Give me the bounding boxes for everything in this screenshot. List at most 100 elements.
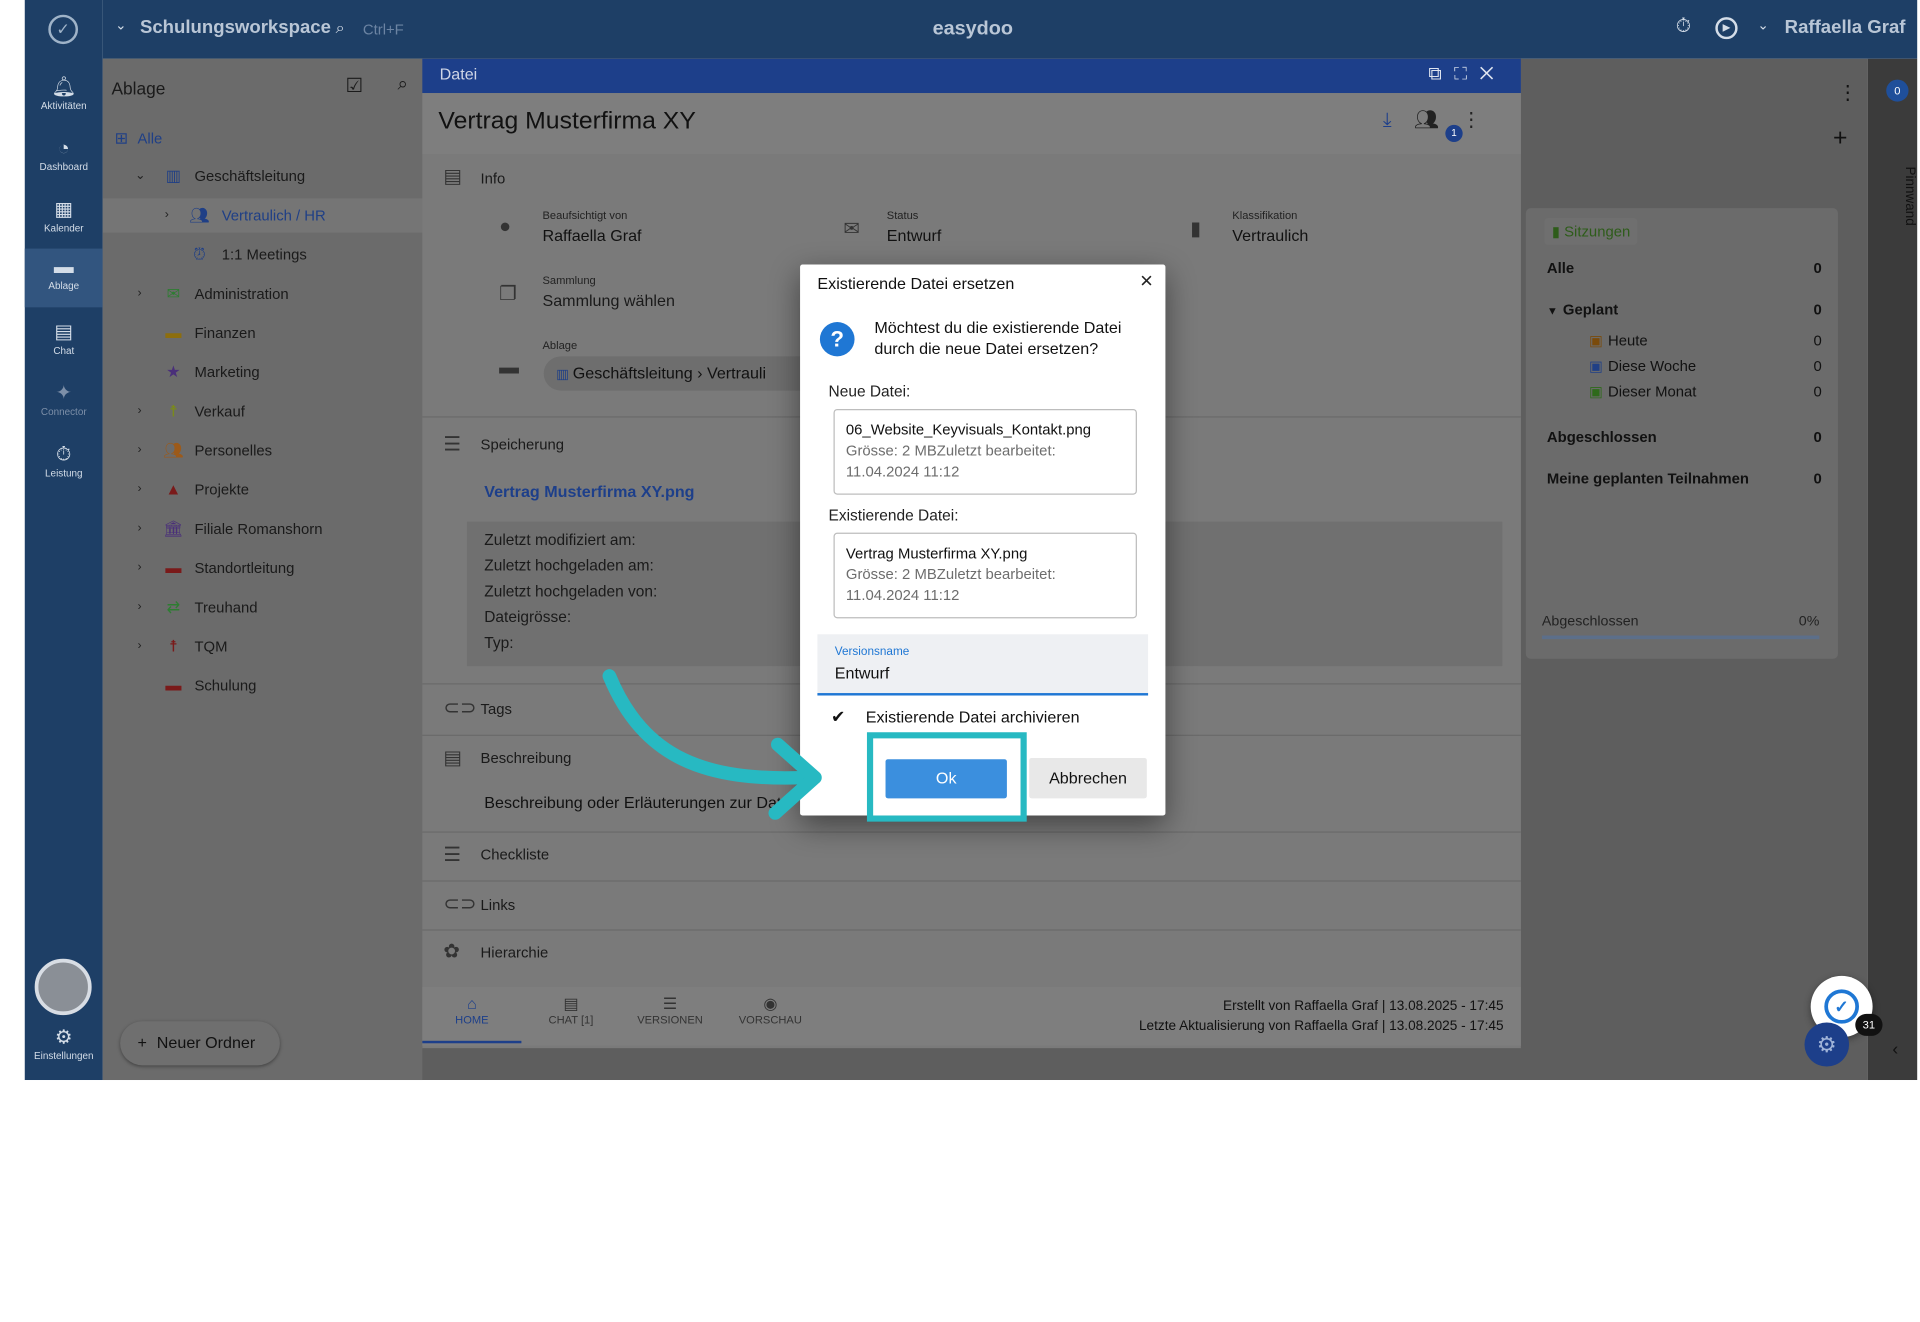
classification-value[interactable]: Vertraulich — [1232, 227, 1308, 245]
hierarchy-section[interactable]: Hierarchie — [481, 944, 549, 961]
pinboard-badge[interactable]: 0 — [1886, 79, 1909, 102]
more-icon[interactable]: ⋮ — [1461, 110, 1503, 131]
sessions-row-month[interactable]: ▣ Dieser Monat 0 — [1547, 383, 1822, 400]
tree-item-marketing[interactable]: ★ Marketing — [103, 355, 423, 389]
timer-icon[interactable]: ⏱︎ — [1676, 16, 1691, 38]
storage-path-chip[interactable]: ▥ Geschäftsleitung › Vertrauli — [543, 356, 829, 391]
chevron-right-icon[interactable]: › — [137, 277, 141, 311]
app-logo-icon[interactable]: ✓ — [48, 14, 79, 45]
workspace-chevron-icon[interactable]: ⌄ — [115, 17, 126, 33]
play-icon[interactable]: ▶ — [1715, 17, 1738, 40]
tree-item-standortleitung[interactable]: › ▬ Standortleitung — [103, 551, 423, 585]
chevron-right-icon[interactable]: › — [137, 512, 141, 546]
modal-title: Existierende Datei ersetzen — [817, 274, 1015, 293]
add-icon[interactable]: + — [1833, 125, 1847, 153]
version-name-input[interactable]: Versionsname Entwurf — [817, 634, 1149, 696]
chevron-down-icon[interactable]: ⌄ — [135, 159, 145, 193]
nav-dashboard[interactable]: ◔ Dashboard — [25, 130, 103, 189]
chevron-right-icon[interactable]: › — [137, 433, 141, 467]
collapse-rail-icon[interactable]: ‹ — [1892, 1038, 1898, 1058]
sessions-row-planned[interactable]: ▼ Geplant 0 — [1547, 301, 1822, 318]
sessions-chip[interactable]: ▮ Sitzungen — [1544, 217, 1638, 245]
kebab-menu-icon[interactable]: ⋮ — [1838, 81, 1858, 105]
calendar-icon: ▣ — [1588, 383, 1604, 401]
footer-info: Erstellt von Raffaella Graf | 13.08.2025… — [1138, 999, 1504, 1034]
close-icon[interactable]: ✕ — [1479, 64, 1506, 85]
tree-item-filiale[interactable]: › 🏛︎ Filiale Romanshorn — [103, 512, 423, 546]
calendar-icon: ▣ — [1588, 331, 1604, 349]
nav-activities[interactable]: 🔔︎ Aktivitäten — [25, 69, 103, 128]
tree-item-finanzen[interactable]: ▬ Finanzen — [103, 316, 423, 350]
overseen-by-value[interactable]: Raffaella Graf — [542, 227, 641, 245]
tree-item-schulung[interactable]: ▬ Schulung — [103, 669, 423, 703]
sessions-row-mine[interactable]: Meine geplanten Teilnahmen 0 — [1547, 470, 1822, 487]
gear-icon: ⚙ — [54, 1027, 73, 1049]
search-shortcut[interactable]: Ctrl+F — [363, 21, 404, 38]
chevron-right-icon[interactable]: › — [137, 394, 141, 428]
stopwatch-icon: ⏱︎ — [56, 444, 72, 466]
user-avatar[interactable] — [34, 958, 92, 1016]
chevron-right-icon[interactable]: › — [137, 473, 141, 507]
nav-storage[interactable]: ▬ Ablage — [24, 248, 103, 308]
pinboard-label[interactable]: Pinnwand — [1868, 167, 1917, 265]
new-folder-button[interactable]: + Neuer Ordner — [120, 1021, 280, 1066]
search-icon[interactable]: ⌕ — [336, 18, 345, 38]
folder-icon: ▬ — [499, 357, 519, 379]
tree-item-vertraulich-hr[interactable]: › 👥︎ Vertraulich / HR — [102, 198, 423, 233]
nav-connector[interactable]: ✦ Connector — [25, 375, 103, 434]
tree-item-treuhand[interactable]: › ⇄ Treuhand — [103, 590, 423, 624]
sessions-row-all[interactable]: Alle 0 — [1547, 260, 1822, 277]
close-icon[interactable]: × — [1140, 268, 1153, 294]
chevron-right-icon[interactable]: › — [137, 590, 141, 624]
chevron-right-icon[interactable]: › — [137, 551, 141, 585]
tree-item-personelles[interactable]: › 👥︎ Personelles — [103, 433, 423, 467]
tree-item-projekte[interactable]: › ▲ Projekte — [103, 473, 423, 507]
tree-item-administration[interactable]: › ✉ Administration — [103, 277, 423, 311]
checklist-icon[interactable]: ☑ — [346, 73, 364, 97]
tree-item-meetings[interactable]: ⏰︎ 1:1 Meetings — [103, 238, 423, 272]
archive-checkbox-label[interactable]: Existierende Datei archivieren — [866, 708, 1080, 726]
tags-section[interactable]: Tags — [481, 700, 512, 717]
description-section[interactable]: Beschreibung — [481, 749, 572, 766]
sessions-row-done[interactable]: Abgeschlossen 0 — [1547, 429, 1822, 446]
status-value[interactable]: Entwurf — [887, 227, 942, 245]
tree-item-verkauf[interactable]: › ☨ Verkauf — [103, 394, 423, 428]
tab-chat[interactable]: ▤ CHAT [1] — [521, 994, 620, 1026]
user-name[interactable]: Raffaella Graf — [1785, 17, 1906, 38]
sessions-row-week[interactable]: ▣ Diese Woche 0 — [1547, 358, 1822, 375]
settings-fab[interactable]: ⚙ — [1804, 1022, 1850, 1067]
open-external-icon[interactable]: ⧉ — [1428, 64, 1454, 85]
workspace-name[interactable]: Schulungsworkspace — [140, 17, 331, 38]
tag-icon: ⊂⊃ — [443, 697, 477, 719]
cancel-button[interactable]: Abbrechen — [1029, 757, 1147, 799]
top-bar: ⌄ Schulungsworkspace ⌕ Ctrl+F easydoo ⏱︎… — [102, 0, 1918, 59]
collection-value[interactable]: Sammlung wählen — [542, 291, 674, 309]
tab-preview[interactable]: ◉ VORSCHAU — [721, 994, 820, 1026]
file-title-bar: Vertrag Musterfirma XY ⤓👥︎⋮ 1 — [422, 93, 1521, 155]
panel-search-icon[interactable]: ⌕ — [398, 73, 408, 94]
user-chevron-icon[interactable]: ⌄ — [1757, 17, 1768, 33]
tutorial-arrow-icon — [602, 669, 822, 820]
file-link[interactable]: Vertrag Musterfirma XY.png — [484, 482, 694, 500]
storage-panel: Ablage ☑ ⌕ ⊞ Alle ⌄ ▥ Geschäftsleitung › 👥︎ V… — [102, 58, 423, 1081]
chevron-right-icon[interactable]: › — [137, 629, 141, 663]
document-icon: ▤ — [443, 748, 463, 769]
tab-versions[interactable]: ☰ VERSIONEN — [620, 994, 719, 1026]
folder-icon: ▬ — [165, 675, 182, 695]
nav-calendar[interactable]: ▦ Kalender — [25, 191, 103, 250]
tree-item-tqm[interactable]: › ☨ TQM — [103, 629, 423, 663]
tab-home[interactable]: ⌂ HOME — [422, 994, 522, 1044]
nav-performance[interactable]: ⏱︎ Leistung — [25, 436, 103, 495]
nav-chat[interactable]: ▤ Chat — [25, 313, 103, 372]
nav-settings[interactable]: ⚙ Einstellungen — [25, 1024, 103, 1083]
tree-item-geschaeftsleitung[interactable]: ⌄ ▥ Geschäftsleitung — [103, 159, 423, 193]
building-icon: ▥ — [165, 166, 181, 185]
chevron-right-icon[interactable]: › — [165, 198, 169, 232]
checklist-section[interactable]: Checkliste — [481, 846, 550, 863]
sessions-row-today[interactable]: ▣ Heute 0 — [1547, 332, 1822, 349]
tree-item-all[interactable]: ⊞ Alle — [103, 121, 423, 155]
fullscreen-icon[interactable]: ⛶ — [1454, 64, 1479, 85]
links-section[interactable]: Links — [481, 896, 516, 913]
panel-title: Ablage — [111, 78, 166, 98]
download-icon[interactable]: ⤓ — [1383, 110, 1414, 131]
